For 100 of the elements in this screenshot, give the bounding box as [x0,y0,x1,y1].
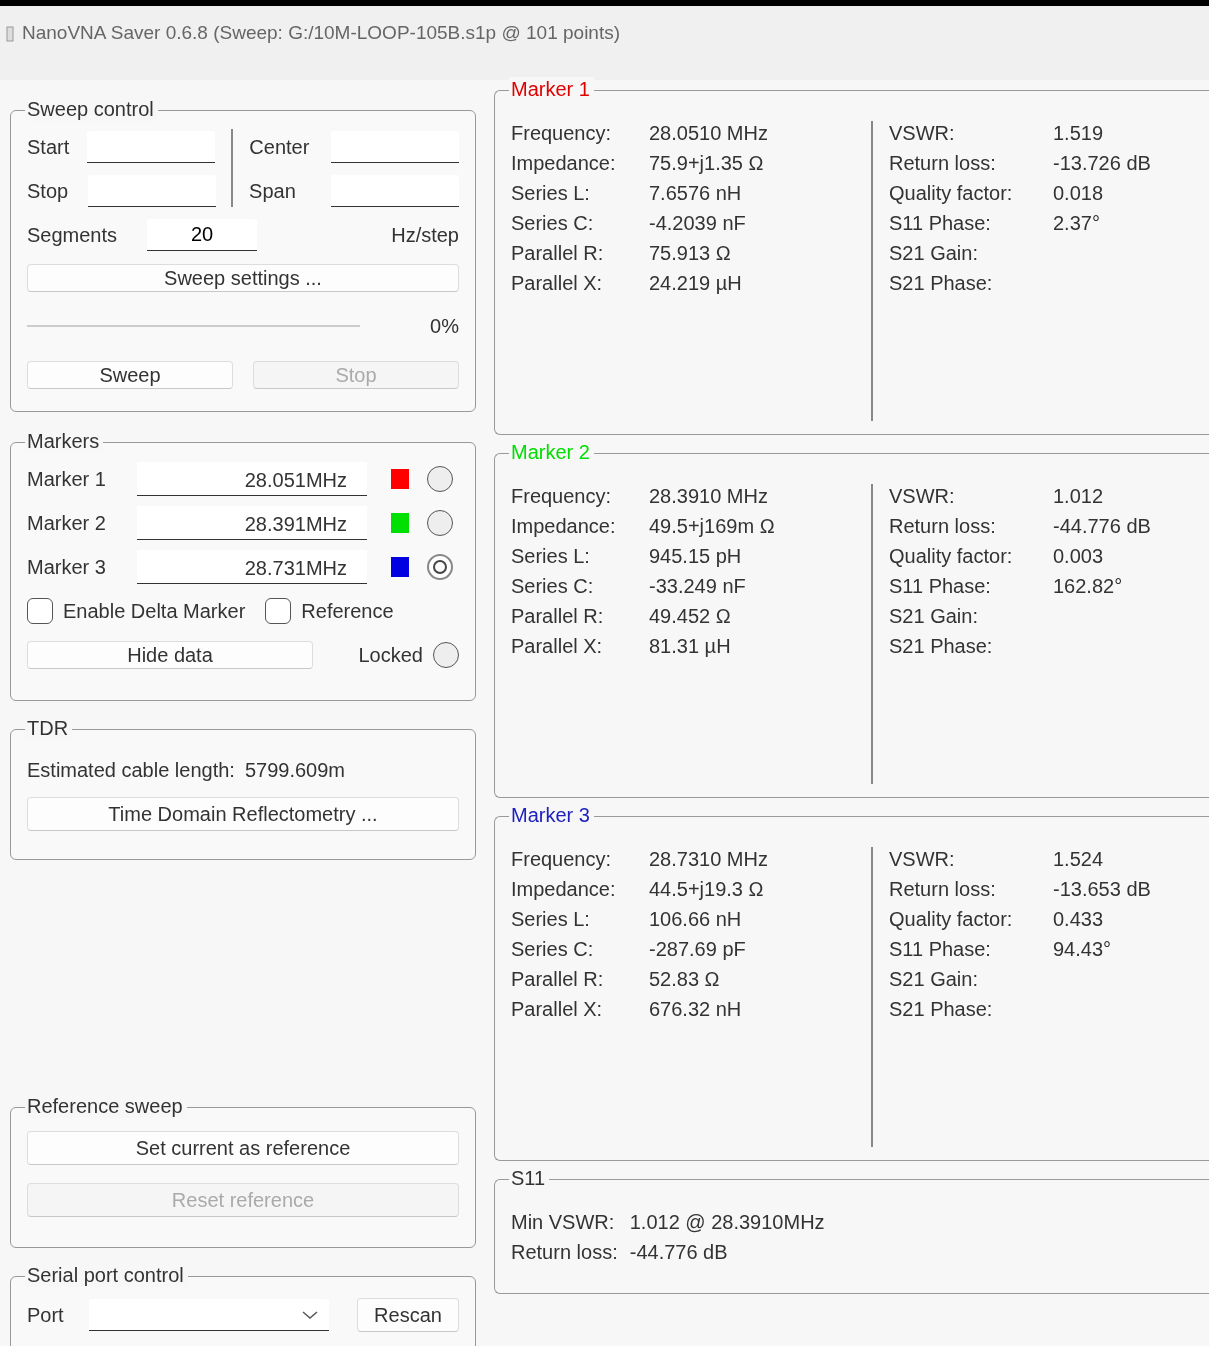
port-dropdown[interactable] [89,1299,329,1331]
marker-label: Marker 3 [27,555,107,579]
data-label: Series C: [511,937,595,961]
data-value: -287.69 pF [649,937,747,961]
data-value: 162.82° [1053,574,1124,598]
data-label: Return loss: [889,151,997,175]
sweep-settings-button[interactable]: Sweep settings ... [27,264,459,292]
data-label: S21 Phase: [889,271,994,295]
data-label: S21 Gain: [889,241,979,265]
radio-button[interactable] [433,642,459,668]
data-label: Frequency: [511,121,613,145]
port-label: Port [27,1303,65,1327]
field-label: Stop [27,179,70,203]
field-label: Center [249,135,311,159]
data-label: Min VSWR: [511,1210,616,1234]
color-swatch[interactable] [391,513,409,533]
data-label: VSWR: [889,484,956,508]
color-swatch[interactable] [391,469,409,489]
radio-button[interactable] [427,510,453,536]
data-label: Parallel R: [511,604,605,628]
data-value: 2.37° [1053,211,1101,235]
center-field[interactable] [331,131,459,163]
frequency-field[interactable]: 28.731MHz [137,550,367,584]
data-label: Return loss: [511,1240,618,1264]
data-label: Return loss: [889,877,997,901]
data-value: 24.219 µH [649,271,743,295]
data-value: 1.519 [1053,121,1105,145]
data-value: 1.012 @ 28.3910MHz [629,1210,825,1234]
data-value: 0.003 [1053,544,1105,568]
data-label: Impedance: [511,151,617,175]
data-label: S11 Phase: [889,574,992,598]
data-value: -13.653 dB [1053,877,1151,901]
field-label: Segments [27,223,119,247]
data-label: Series L: [511,544,591,568]
checkbox[interactable] [265,598,292,624]
data-value: 75.9+j1.35 Ω [649,151,765,175]
data-label: Parallel R: [511,967,605,991]
data-label: VSWR: [889,847,956,871]
color-swatch[interactable] [391,557,409,577]
unit-label: Hz/step [391,223,459,247]
checkbox-label: Reference [301,599,394,623]
data-label: Quality factor: [889,181,1014,205]
data-value: 1.012 [1053,484,1105,508]
data-value: 676.32 nH [649,997,743,1021]
data-value: 81.31 µH [649,634,732,658]
sweep-button[interactable]: Sweep [27,361,233,389]
window-title: NanoVNA Saver 0.6.8 (Sweep: G:/10M-LOOP-105B.s1p @ 101 points) [22,22,621,44]
data-value: 1.524 [1053,847,1105,871]
button[interactable]: Set current as reference [27,1131,459,1165]
field-label: Span [249,179,297,203]
data-value: -44.776 dB [1053,514,1151,538]
data-value: 0.433 [1053,907,1105,931]
data-label: VSWR: [889,121,956,145]
data-value: 75.913 Ω [649,241,732,265]
data-value: -44.776 dB [629,1240,729,1264]
data-label: Impedance: [511,877,617,901]
checkbox-label: Enable Delta Marker [63,599,246,623]
stop-field[interactable] [87,175,216,207]
data-value: -33.249 nF [649,574,747,598]
data-label: Quality factor: [889,907,1014,931]
data-label: Quality factor: [889,544,1014,568]
data-value: 28.7310 MHz [649,847,769,871]
chevron-down-icon [301,1309,319,1320]
data-label: Frequency: [511,847,613,871]
data-value: 44.5+j19.3 Ω [649,877,765,901]
data-value: 49.5+j169m Ω [649,514,776,538]
segments-field[interactable]: 20 [147,219,257,251]
data-label: Return loss: [889,514,997,538]
data-label: Series C: [511,211,595,235]
span-field[interactable] [331,175,459,207]
radio-button[interactable] [427,554,453,580]
data-label: S11 Phase: [889,211,992,235]
app-icon [6,26,14,42]
checkbox[interactable] [27,598,53,624]
data-label: Parallel X: [511,271,604,295]
data-value: 106.66 nH [649,907,743,931]
hide-data-button[interactable]: Hide data [27,641,313,669]
marker-label: Marker 1 [27,467,107,491]
data-label: Parallel X: [511,997,604,1021]
data-value: 28.3910 MHz [649,484,769,508]
rescan-button[interactable]: Rescan [357,1298,459,1332]
data-label: S21 Phase: [889,634,994,658]
data-label: S11 Phase: [889,937,992,961]
field-label: Start [27,135,71,159]
data-label: S21 Phase: [889,997,994,1021]
data-label: Parallel R: [511,241,605,265]
data-value: 0.018 [1053,181,1105,205]
tdr-button[interactable]: Time Domain Reflectometry ... [27,797,459,831]
frequency-field[interactable]: 28.051MHz [137,462,367,496]
tdr-label: Estimated cable length: [27,758,235,782]
data-label: Series C: [511,574,595,598]
locked-label: Locked [358,643,423,667]
progress-percent: 0% [430,314,459,338]
data-value: -13.726 dB [1053,151,1151,175]
marker-label: Marker 2 [27,511,107,535]
frequency-field[interactable]: 28.391MHz [137,506,367,540]
data-value: 94.43° [1053,937,1113,961]
data-label: Series L: [511,181,591,205]
radio-button[interactable] [427,466,453,492]
start-field[interactable] [87,131,216,163]
